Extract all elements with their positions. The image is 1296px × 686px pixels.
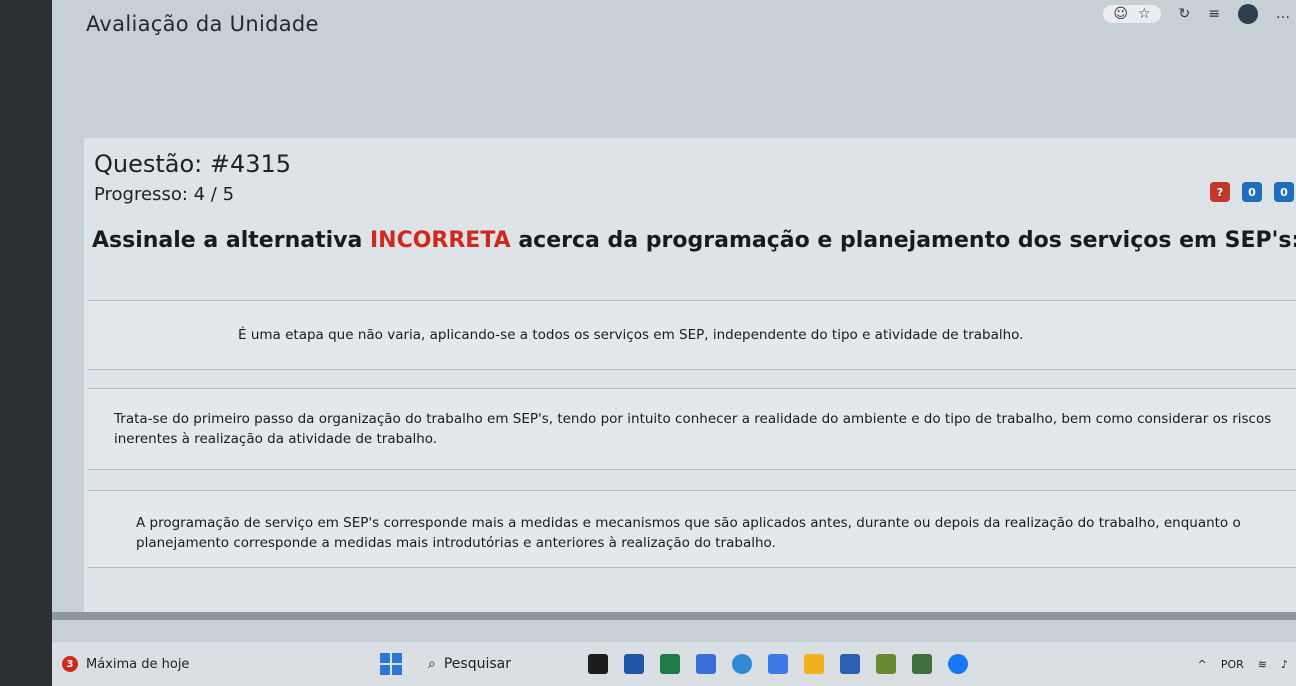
statement-highlight: INCORRETA bbox=[369, 228, 511, 253]
weather-label: Máxima de hoje bbox=[86, 656, 190, 672]
app-icon[interactable] bbox=[696, 654, 716, 674]
answer-option-3[interactable]: A programação de serviço em SEP's corres… bbox=[88, 490, 1296, 568]
favorite-star-icon[interactable]: ☆ bbox=[1138, 6, 1151, 22]
notes-icon[interactable] bbox=[876, 654, 896, 674]
profile-avatar[interactable] bbox=[1238, 4, 1258, 24]
system-tray: ^ POR ≋ ♪ bbox=[1198, 658, 1288, 671]
question-progress: Progresso: 4 / 5 bbox=[94, 184, 235, 205]
excel-icon[interactable] bbox=[660, 654, 680, 674]
question-card: Questão: #4315 Progresso: 4 / 5 ? 0 0 As… bbox=[84, 138, 1296, 618]
chevron-up-icon[interactable]: ^ bbox=[1198, 658, 1207, 671]
question-badges: ? 0 0 bbox=[1210, 182, 1294, 202]
word-icon[interactable] bbox=[840, 654, 860, 674]
statement-text-start: Assinale a alternativa bbox=[92, 228, 370, 253]
file-explorer-icon[interactable] bbox=[804, 654, 824, 674]
teams-icon[interactable] bbox=[768, 654, 788, 674]
question-title: Questão: #4315 bbox=[94, 150, 292, 178]
option-text: A programação de serviço em SEP's corres… bbox=[136, 515, 1241, 551]
favorites-list-icon[interactable]: ≡ bbox=[1208, 6, 1220, 22]
search-icon: ⌕ bbox=[428, 656, 436, 672]
volume-icon[interactable]: ♪ bbox=[1281, 658, 1288, 671]
reader-icon[interactable]: ☺ bbox=[1113, 6, 1128, 22]
help-badge[interactable]: ? bbox=[1210, 182, 1230, 202]
wifi-icon[interactable]: ≋ bbox=[1258, 658, 1267, 671]
more-menu-icon[interactable]: … bbox=[1276, 6, 1290, 22]
page-title: Avaliação da Unidade bbox=[86, 12, 319, 36]
app-icon[interactable] bbox=[588, 654, 608, 674]
horizontal-scrollbar[interactable] bbox=[52, 612, 1296, 620]
answer-option-1[interactable]: É uma etapa que não varia, aplicando-se … bbox=[88, 300, 1296, 370]
option-text: É uma etapa que não varia, aplicando-se … bbox=[238, 327, 1024, 343]
info-badge[interactable]: 0 bbox=[1242, 182, 1262, 202]
statement-text-end: acerca da programação e planejamento dos… bbox=[510, 228, 1296, 253]
taskbar-apps bbox=[588, 654, 968, 674]
refresh-icon[interactable]: ↻ bbox=[1179, 6, 1191, 22]
weather-widget[interactable]: 3 Máxima de hoje bbox=[62, 656, 362, 672]
browser-window: Avaliação da Unidade ☺ ☆ ↻ ≡ … Questão: … bbox=[52, 0, 1296, 650]
taskbar-search[interactable]: ⌕ Pesquisar bbox=[428, 656, 568, 672]
app-icon[interactable] bbox=[948, 654, 968, 674]
outlook-icon[interactable] bbox=[624, 654, 644, 674]
edge-icon[interactable] bbox=[732, 654, 752, 674]
status-badge[interactable]: 0 bbox=[1274, 182, 1294, 202]
option-text: Trata-se do primeiro passo da organizaçã… bbox=[114, 411, 1272, 447]
question-statement: Assinale a alternativa INCORRETA acerca … bbox=[92, 228, 1296, 253]
calculator-icon[interactable] bbox=[912, 654, 932, 674]
language-indicator[interactable]: POR bbox=[1221, 658, 1244, 671]
answer-option-2[interactable]: Trata-se do primeiro passo da organizaçã… bbox=[88, 388, 1296, 470]
search-label: Pesquisar bbox=[443, 656, 511, 672]
browser-toolbar: ☺ ☆ ↻ ≡ … bbox=[1103, 4, 1290, 24]
address-actions: ☺ ☆ bbox=[1103, 5, 1161, 23]
windows-start-icon[interactable] bbox=[380, 653, 402, 675]
weather-count-badge: 3 bbox=[62, 656, 78, 672]
taskbar: 3 Máxima de hoje ⌕ Pesquisar ^ POR ≋ ♪ bbox=[52, 642, 1296, 686]
